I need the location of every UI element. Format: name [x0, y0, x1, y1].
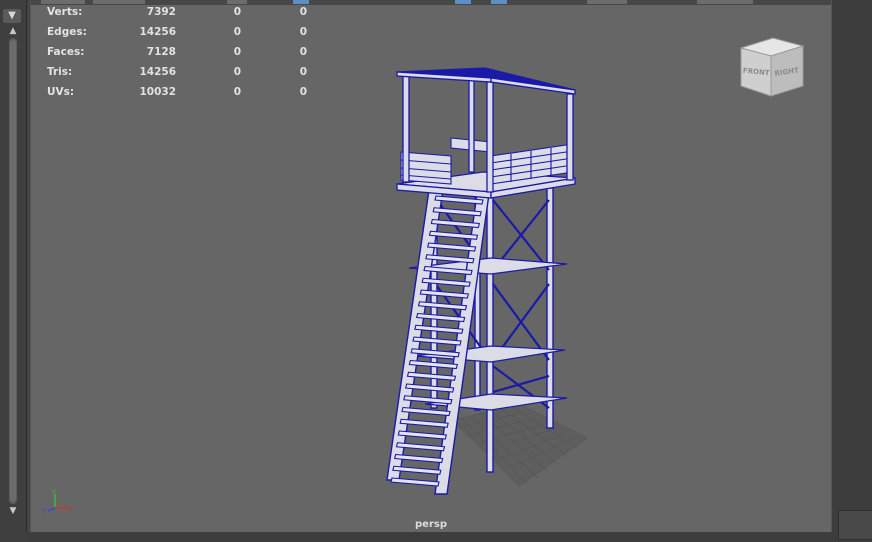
- stair-step: [421, 277, 471, 287]
- hud-label: Tris:: [47, 66, 73, 78]
- toolbar-button[interactable]: [587, 0, 627, 4]
- hud-value: 0: [233, 26, 241, 38]
- dropdown-arrow-icon[interactable]: ▼: [3, 9, 21, 23]
- left-scroll-strip: ▼ ▲ ▼: [0, 0, 27, 542]
- axis-x-label: x: [69, 505, 73, 513]
- hud-value: 14256: [139, 66, 176, 78]
- toolbar-toggle-button[interactable]: [491, 0, 507, 4]
- view-cube[interactable]: FRONT RIGHT: [737, 34, 807, 100]
- hud-value: 0: [299, 86, 307, 98]
- hud-label: Edges:: [47, 26, 87, 38]
- vertical-scrollbar[interactable]: [9, 38, 17, 504]
- toolbar-button[interactable]: [227, 0, 247, 4]
- ground-grid: [452, 403, 588, 487]
- hud-row-edges: Edges: 14256 0 0: [47, 26, 307, 46]
- axis-y-label: y: [52, 487, 56, 495]
- toolbar-toggle-button[interactable]: [293, 0, 309, 4]
- hud-value: 10032: [139, 86, 176, 98]
- hud-value: 0: [233, 86, 241, 98]
- hud-value: 0: [233, 46, 241, 58]
- poly-count-hud: Verts: 7392 0 0 Edges: 14256 0 0 Faces: …: [47, 6, 307, 106]
- hud-value: 14256: [139, 26, 176, 38]
- roof: [396, 67, 576, 95]
- bottom-strip: [26, 532, 832, 542]
- hud-value: 0: [233, 66, 241, 78]
- hud-value: 7392: [146, 6, 176, 18]
- scroll-down-icon[interactable]: ▼: [6, 506, 20, 516]
- axis-gizmo: y x z: [41, 486, 75, 516]
- right-panel-strip: [832, 0, 872, 542]
- hud-value: 0: [233, 6, 241, 18]
- toolbar-button[interactable]: [697, 0, 753, 4]
- panel-toolbar: [31, 0, 831, 5]
- panel-tab[interactable]: [838, 510, 872, 540]
- stair-step: [432, 207, 482, 217]
- hud-value: 0: [299, 66, 307, 78]
- watchtower-model[interactable]: [341, 60, 631, 500]
- hud-row-uvs: UVs: 10032 0 0: [47, 86, 307, 106]
- axis-z-label: z: [42, 507, 46, 515]
- hud-row-tris: Tris: 14256 0 0: [47, 66, 307, 86]
- axis-z-line: [47, 507, 56, 512]
- toolbar-button[interactable]: [93, 0, 145, 4]
- hud-value: 7128: [146, 46, 176, 58]
- scroll-up-icon[interactable]: ▲: [6, 26, 20, 36]
- hud-value: 0: [299, 26, 307, 38]
- hud-label: Verts:: [47, 6, 83, 18]
- hud-label: Faces:: [47, 46, 85, 58]
- hud-row-verts: Verts: 7392 0 0: [47, 6, 307, 26]
- hud-label: UVs:: [47, 86, 75, 98]
- hud-row-faces: Faces: 7128 0 0: [47, 46, 307, 66]
- toolbar-toggle-button[interactable]: [455, 0, 471, 4]
- camera-name-label: persp: [415, 519, 447, 530]
- stair-step: [390, 477, 440, 487]
- hud-value: 0: [299, 46, 307, 58]
- hud-value: 0: [299, 6, 307, 18]
- toolbar-button[interactable]: [41, 0, 85, 4]
- 3d-viewport[interactable]: Verts: 7392 0 0 Edges: 14256 0 0 Faces: …: [30, 0, 832, 532]
- scrollbar-thumb[interactable]: [10, 40, 16, 502]
- staircase: [386, 189, 490, 495]
